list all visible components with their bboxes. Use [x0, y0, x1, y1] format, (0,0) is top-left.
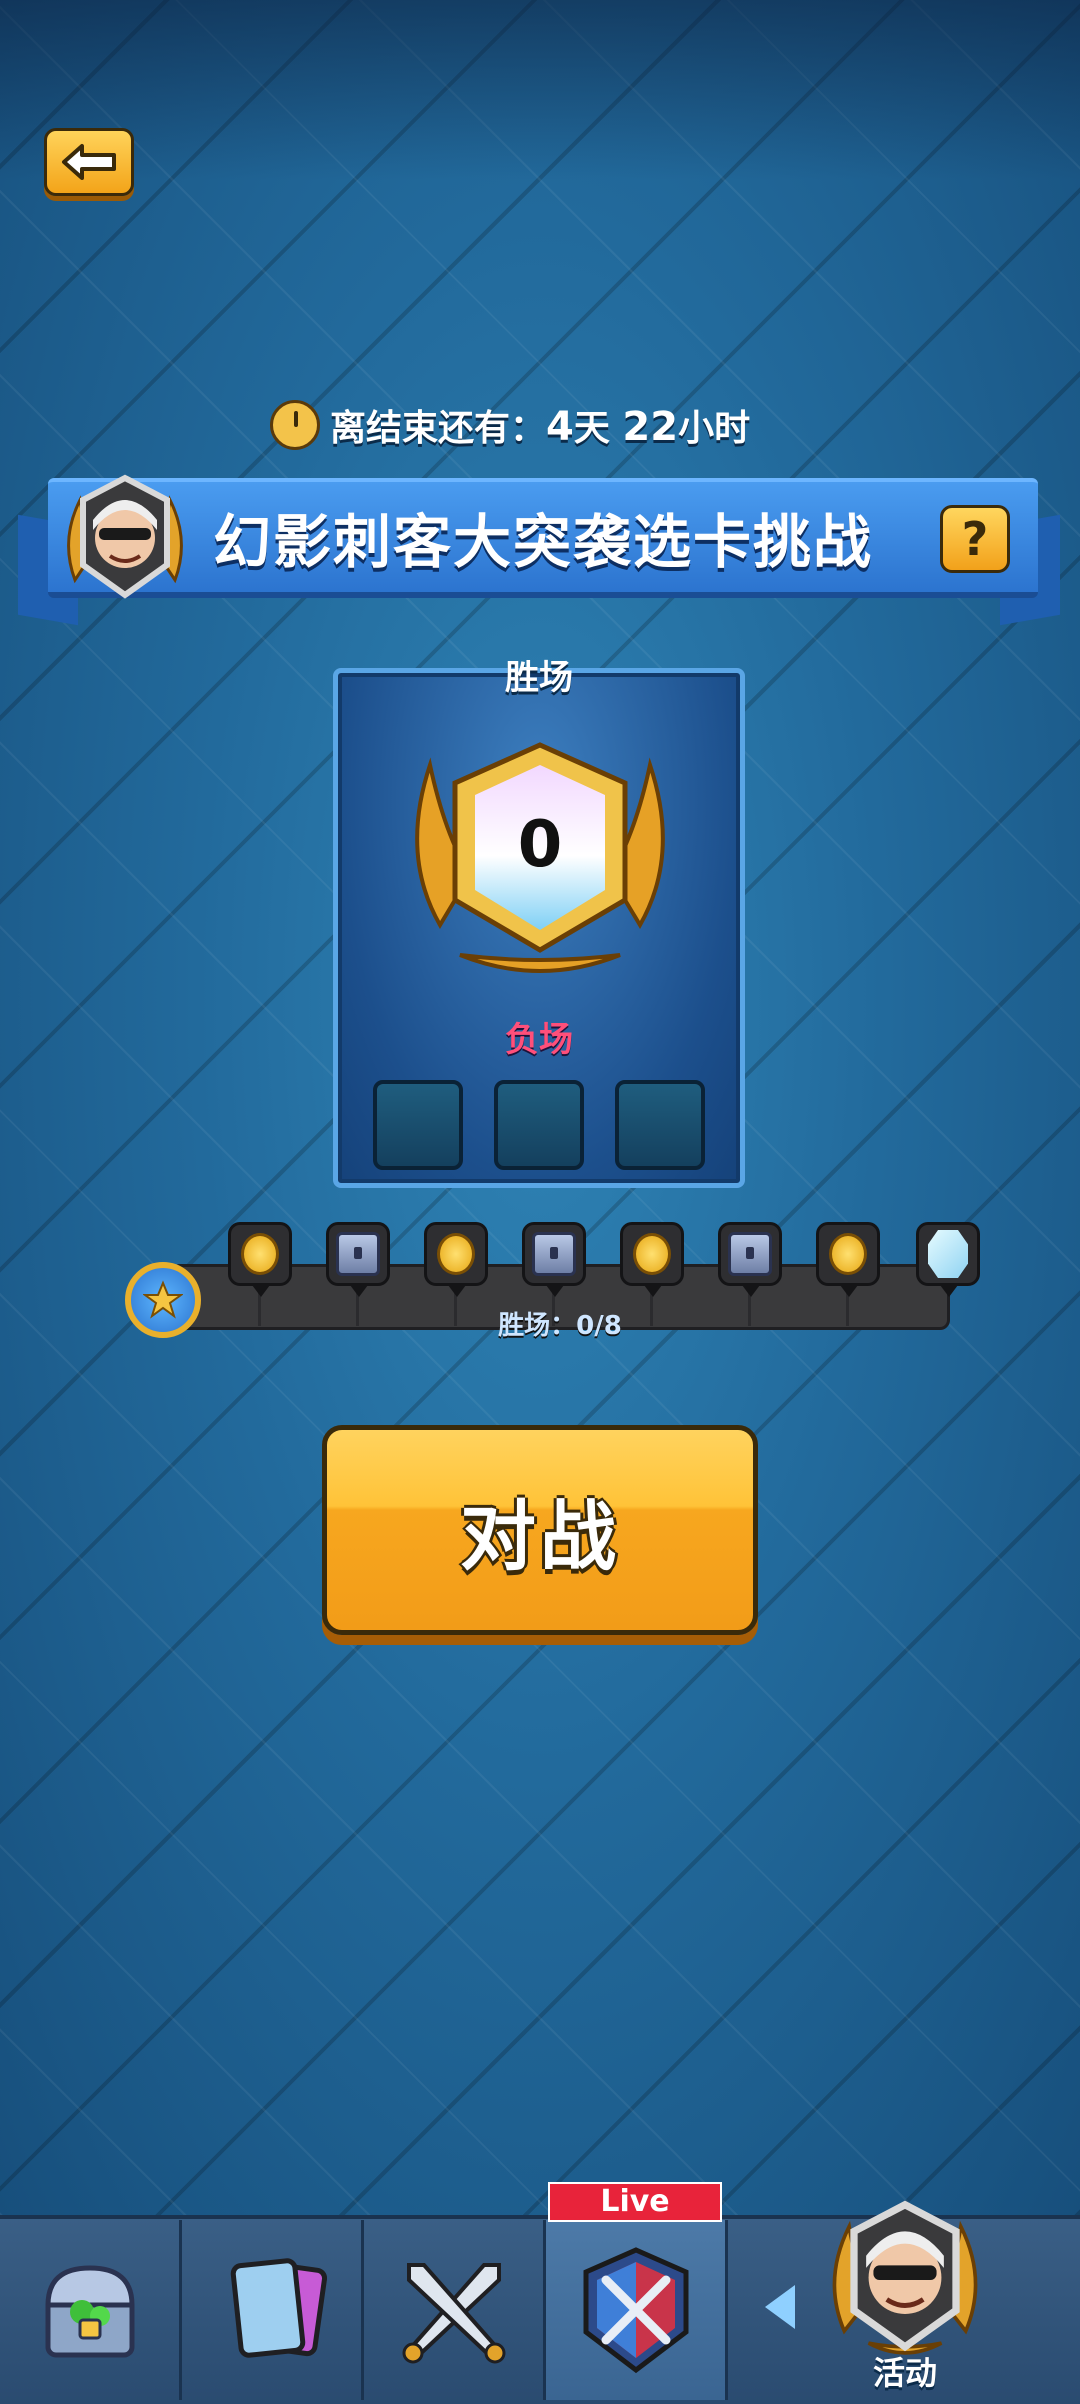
loss-slot	[615, 1080, 705, 1170]
nav-tab-battle[interactable]	[364, 2220, 546, 2400]
live-badge: Live	[548, 2182, 722, 2222]
nav-tab-shop[interactable]	[0, 2220, 182, 2400]
timer-days: 4	[546, 404, 574, 450]
progress-text: 胜场：0/8	[498, 1311, 622, 1341]
nav-tab-cards[interactable]	[182, 2220, 364, 2400]
timer-hours: 22	[622, 404, 679, 450]
challenge-title-banner: 幻影刺客大突袭选卡挑战	[48, 478, 1038, 598]
reward-slot[interactable]	[424, 1222, 488, 1297]
timer-days-unit: 天	[573, 408, 610, 449]
gold-coin-icon	[633, 1233, 671, 1275]
gold-coin-icon	[829, 1233, 867, 1275]
progress-star-icon	[125, 1262, 201, 1338]
reward-slot[interactable]	[916, 1222, 980, 1297]
loss-slot	[494, 1080, 584, 1170]
event-label: 活动	[872, 2354, 937, 2392]
cards-icon	[230, 2258, 327, 2358]
battle-button[interactable]: 对战	[322, 1425, 758, 1635]
reward-slot[interactable]	[522, 1222, 586, 1297]
event-timer: 离结束还有：4天 22小时	[270, 395, 750, 455]
event-bandit-avatar-icon[interactable]	[815, 2195, 995, 2365]
bandit-avatar-icon	[67, 474, 183, 599]
crystal-icon	[928, 1230, 968, 1278]
reward-slot[interactable]	[718, 1222, 782, 1297]
loss-slot	[373, 1080, 463, 1170]
chest-icon	[532, 1232, 576, 1276]
treasure-chest-icon	[44, 2265, 135, 2358]
reward-slot[interactable]	[228, 1222, 292, 1297]
timer-hours-unit: 小时	[678, 408, 751, 449]
gold-coin-icon	[241, 1233, 279, 1275]
star-icon	[143, 1280, 183, 1319]
back-arrow-icon	[62, 144, 116, 180]
clock-icon	[270, 400, 320, 450]
timer-prefix: 离结束还有：	[330, 408, 547, 449]
reward-slot[interactable]	[620, 1222, 684, 1297]
shield-swords-icon	[583, 2247, 688, 2374]
chest-icon	[728, 1232, 772, 1276]
losses-label: 负场	[505, 1020, 573, 1060]
timer-text: 离结束还有：4天 22小时	[330, 399, 750, 451]
wins-label: 胜场	[505, 658, 573, 698]
back-button[interactable]	[44, 128, 134, 196]
reward-slot[interactable]	[326, 1222, 390, 1297]
nav-left-arrow-icon[interactable]	[765, 2285, 795, 2329]
wins-count: 0	[517, 808, 563, 882]
gold-coin-icon	[437, 1233, 475, 1275]
chest-icon	[336, 1232, 380, 1276]
reward-slot[interactable]	[816, 1222, 880, 1297]
crossed-swords-icon	[402, 2263, 505, 2364]
help-button[interactable]: ?	[940, 505, 1010, 573]
battle-label: 对战	[460, 1492, 620, 1581]
wins-count-box: 0	[509, 805, 571, 885]
nav-tab-clan-wars[interactable]	[546, 2220, 728, 2400]
challenge-title: 幻影刺客大突袭选卡挑战	[212, 508, 873, 576]
